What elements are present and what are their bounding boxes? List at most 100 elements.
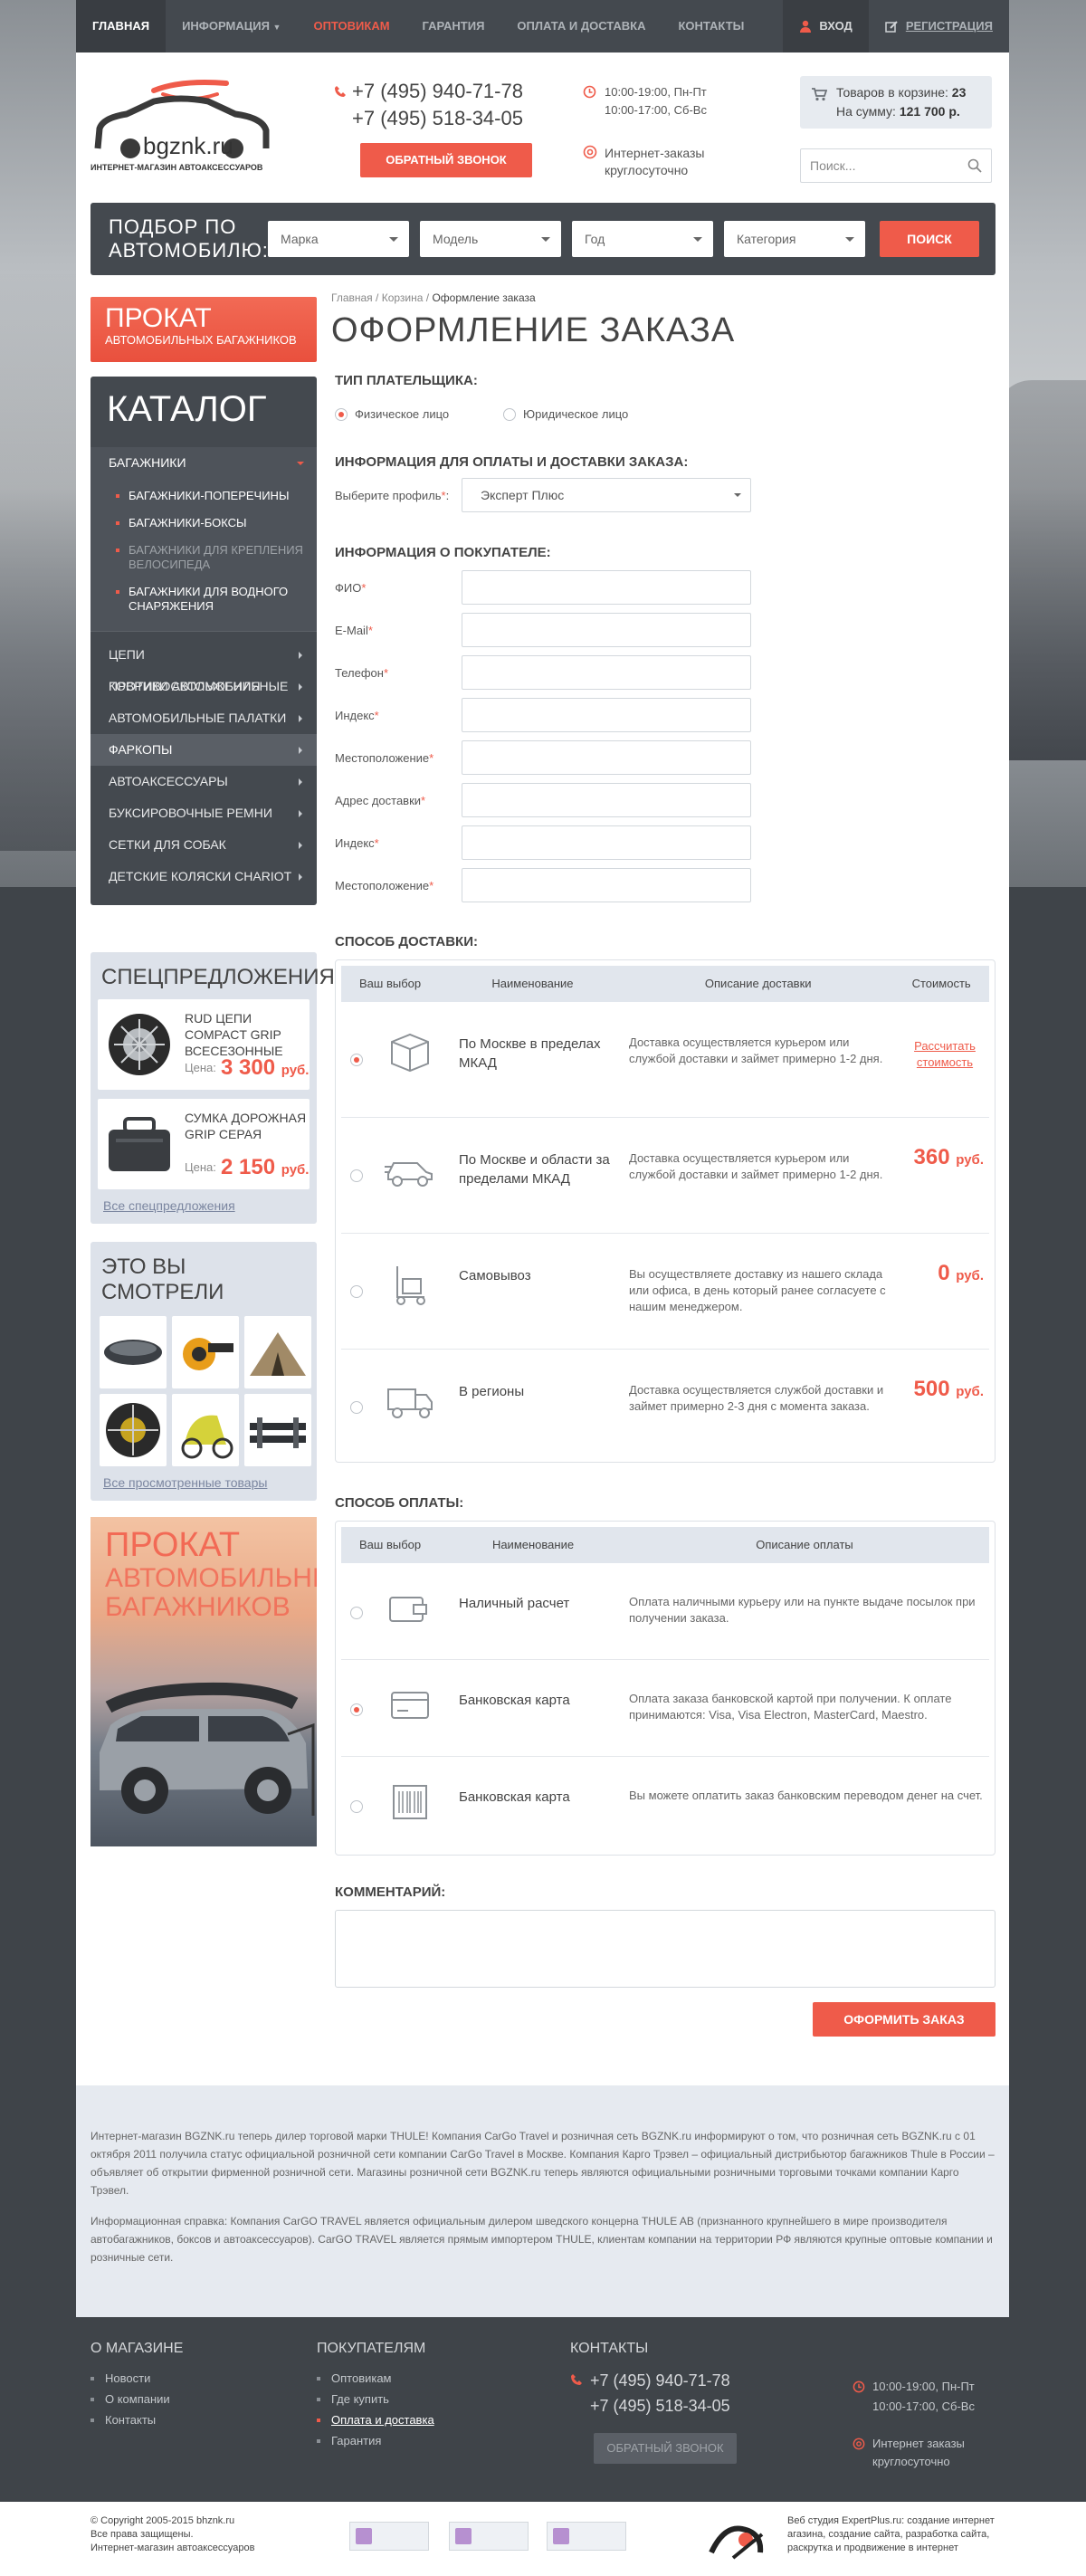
phone-2[interactable]: +7 (495) 518-34-05 — [334, 105, 523, 132]
delivery-row[interactable]: По Москве в пределах МКАД Доставка осуще… — [341, 1002, 989, 1118]
catalog-item-towbars[interactable]: Фаркопы — [90, 734, 317, 766]
nav-info[interactable]: Информация ▼ — [166, 0, 297, 52]
rent-banner[interactable]: Прокат автомобильных багажников — [90, 297, 317, 362]
viewed-item[interactable] — [172, 1316, 239, 1388]
radio-button[interactable] — [350, 1054, 363, 1066]
viewed-item[interactable] — [172, 1394, 239, 1466]
callback-button[interactable]: Обратный звонок — [360, 143, 532, 177]
nav-home[interactable]: Главная — [76, 0, 167, 52]
payer-legal-radio[interactable]: Юридическое лицо — [503, 407, 628, 421]
payer-individual-radio[interactable]: Физическое лицо — [335, 407, 449, 421]
payment-row[interactable]: Банковская карта Оплата заказа банковско… — [341, 1660, 989, 1757]
nav-contacts[interactable]: Контакты — [662, 0, 760, 52]
viewed-item[interactable] — [100, 1316, 167, 1388]
catalog-item[interactable]: Буксировочные ремни — [90, 797, 317, 829]
radio-button[interactable] — [350, 1401, 363, 1414]
viewed-item[interactable] — [244, 1394, 311, 1466]
submit-order-button[interactable]: Оформить заказ — [813, 2002, 996, 2037]
footer-phone-1[interactable]: +7 (495) 940-71-78 — [570, 2368, 737, 2393]
phone-2-text: +7 (495) 518-34-05 — [352, 107, 523, 129]
special-offer[interactable]: Сумка дорожная Grip серая Цена: 2 150 ру… — [98, 1099, 310, 1189]
radio-button[interactable] — [350, 1607, 363, 1619]
radio-button[interactable] — [350, 1285, 363, 1298]
delivery-row[interactable]: Самовывоз Вы осуществляете доставку из н… — [341, 1234, 989, 1350]
counter-badge[interactable] — [547, 2522, 626, 2551]
counter-badge[interactable] — [349, 2522, 429, 2551]
comment-textarea[interactable] — [335, 1910, 996, 1988]
footer-link-active[interactable]: Оплата и доставка — [317, 2409, 434, 2430]
viewed-item[interactable] — [244, 1316, 311, 1388]
radio-button[interactable] — [350, 1703, 363, 1716]
viewed-item[interactable] — [100, 1394, 167, 1466]
nav-payment-delivery[interactable]: Оплата и доставка — [500, 0, 662, 52]
year-select[interactable]: Год — [572, 221, 713, 257]
model-select[interactable]: Модель — [420, 221, 561, 257]
radio-button[interactable] — [350, 1169, 363, 1182]
footer-link[interactable]: Где купить — [317, 2389, 434, 2409]
calc-cost-link[interactable]: Рассчитать стоимость — [904, 1038, 986, 1071]
phone-field[interactable] — [462, 655, 751, 690]
crumb-current: Оформление заказа — [432, 291, 536, 304]
crumb-home[interactable]: Главная — [331, 291, 373, 304]
category-select[interactable]: Категория — [724, 221, 865, 257]
logo-text: bgznk.ru — [143, 132, 233, 159]
footer-link[interactable]: О компании — [90, 2389, 183, 2409]
expertplus-logo[interactable] — [706, 2516, 776, 2563]
register-link[interactable]: Регистрация — [869, 0, 1009, 52]
delivery-row[interactable]: В регионы Доставка осуществляется службо… — [341, 1350, 989, 1465]
box-icon — [391, 1033, 429, 1073]
nav-wholesale[interactable]: Оптовикам — [297, 0, 405, 52]
catalog-item[interactable]: Коврики автомобильные — [90, 671, 317, 702]
catalog-item[interactable]: Детские коляски Chariot — [90, 861, 317, 892]
all-specials-link[interactable]: Все спецпредложения — [98, 1198, 235, 1213]
email-field[interactable] — [462, 613, 751, 647]
cart-summary[interactable]: Товаров в корзине: 23 На сумму: 121 700 … — [800, 76, 992, 129]
nav-warranty[interactable]: Гарантия — [406, 0, 501, 52]
about-paragraph: Интернет-магазин BGZNK.ru теперь дилер т… — [90, 2130, 995, 2197]
footer-phone-2[interactable]: +7 (495) 518-34-05 — [570, 2393, 737, 2419]
footer-link[interactable]: Оптовикам — [317, 2368, 434, 2389]
catalog-item[interactable]: Цепи противоскольжения — [90, 639, 317, 693]
search-input[interactable]: Поиск... — [800, 148, 992, 183]
zip2-field[interactable] — [462, 825, 751, 860]
login-link[interactable]: Вход — [783, 0, 869, 52]
location2-field[interactable] — [462, 868, 751, 902]
all-viewed-link[interactable]: Все просмотренные товары — [98, 1475, 267, 1490]
zip-field[interactable] — [462, 698, 751, 732]
location-field[interactable] — [462, 740, 751, 775]
radio-button[interactable] — [503, 407, 516, 421]
address-field[interactable] — [462, 783, 751, 817]
submenu-item[interactable]: Багажники для водного снаряжения — [116, 578, 317, 620]
catalog-item[interactable]: Сетки для собак — [90, 829, 317, 861]
make-select[interactable]: Марка — [268, 221, 409, 257]
studio-credit[interactable]: Веб студия ExpertPlus.ru: создание интер… — [787, 2514, 996, 2555]
at-icon — [853, 2438, 865, 2450]
rent-ad-banner[interactable]: Прокат автомобильных багажников — [90, 1517, 317, 1846]
radio-button[interactable] — [350, 1800, 363, 1813]
radio-button[interactable] — [335, 407, 348, 421]
fio-field[interactable] — [462, 570, 751, 605]
crumb-cart[interactable]: Корзина — [382, 291, 424, 304]
search-icon[interactable] — [967, 158, 982, 173]
special-offer[interactable]: RUD цепи Compact Grip всесезонные Цена: … — [98, 999, 310, 1090]
delivery-row[interactable]: По Москве и области за пределами МКАД До… — [341, 1118, 989, 1234]
cart-count-label: Товаров в корзине: — [836, 85, 948, 100]
footer-callback-button[interactable]: Обратный звонок — [594, 2433, 737, 2464]
phone-1[interactable]: +7 (495) 940-71-78 — [334, 78, 523, 105]
submenu-item[interactable]: Багажники-поперечины — [116, 482, 317, 510]
payment-row[interactable]: Наличный расчет Оплата наличными курьеру… — [341, 1563, 989, 1660]
submenu-item[interactable]: Багажники-боксы — [116, 510, 317, 537]
catalog-item-racks[interactable]: Багажники — [90, 447, 317, 479]
payment-row[interactable]: Банковская карта Вы можете оплатить зака… — [341, 1757, 989, 1854]
footer-link[interactable]: Новости — [90, 2368, 183, 2389]
counter-badge[interactable] — [449, 2522, 529, 2551]
footer-link[interactable]: Гарантия — [317, 2430, 434, 2451]
footer-link[interactable]: Контакты — [90, 2409, 183, 2430]
submenu-item[interactable]: Багажники для крепления велосипеда — [116, 537, 317, 578]
catalog-item[interactable]: Автомобильные палатки — [90, 702, 317, 734]
catalog-item[interactable]: Автоаксессуары — [90, 766, 317, 797]
site-logo[interactable]: bgznk.ru ИНТЕРНЕТ-МАГАЗИН АВТОАКСЕССУАРО… — [90, 78, 272, 177]
profile-select[interactable]: Эксперт Плюс — [462, 478, 751, 512]
picker-search-button[interactable]: Поиск — [880, 221, 979, 257]
delivery-name: По Москве в пределах МКАД — [459, 1036, 601, 1071]
